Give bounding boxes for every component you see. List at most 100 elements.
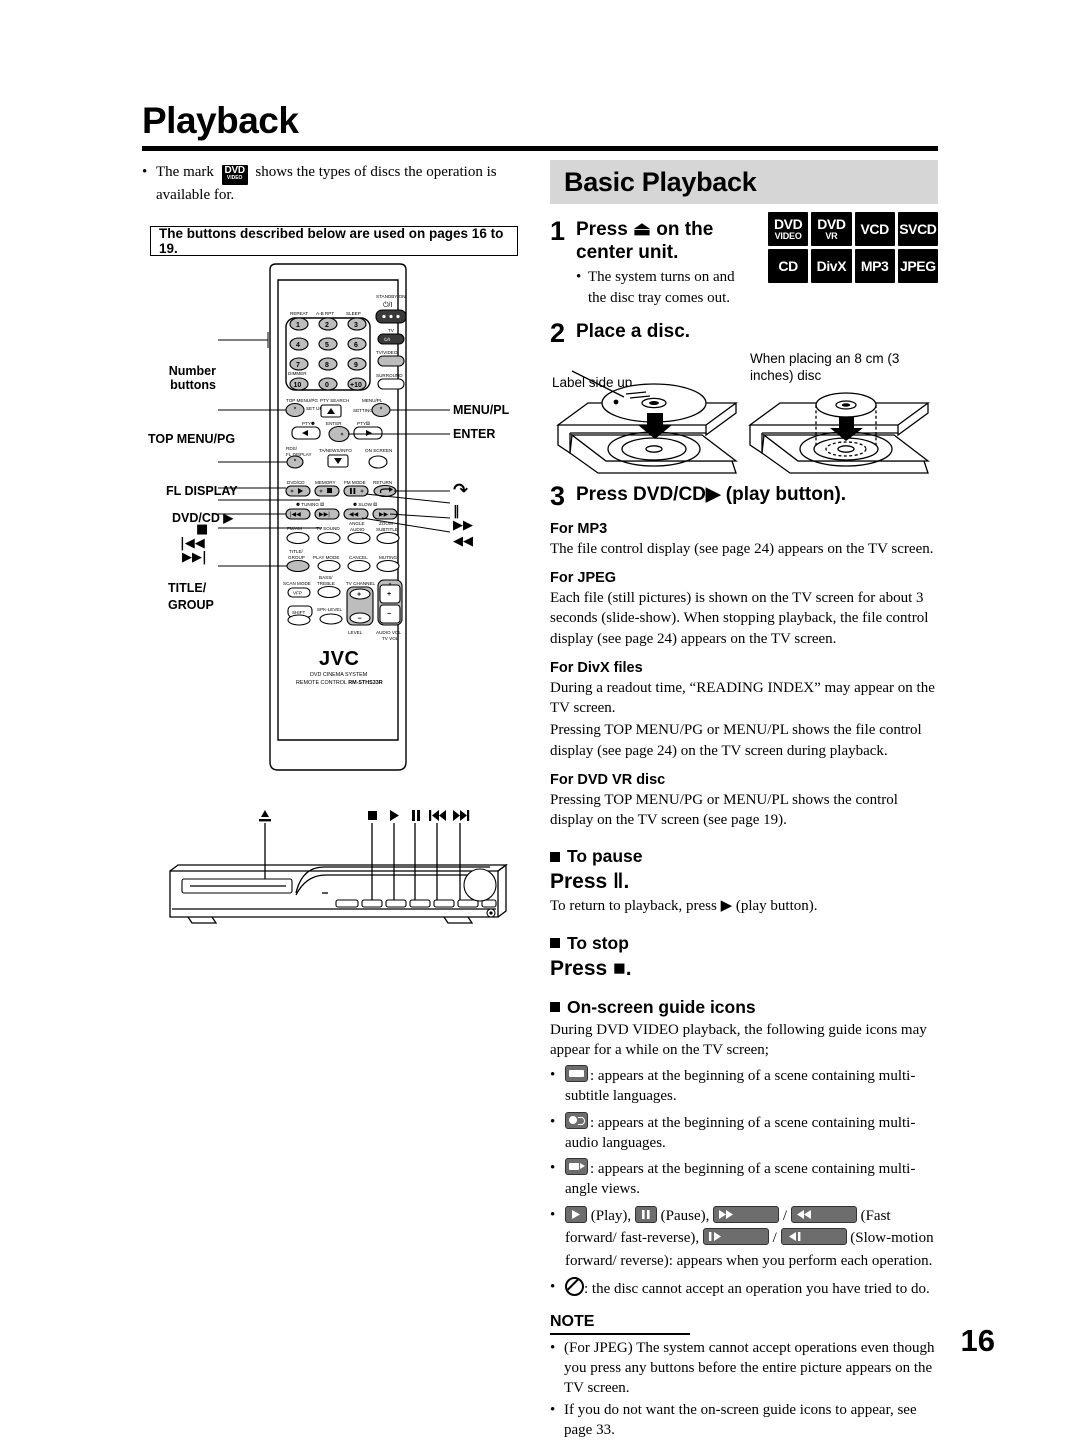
- fast-reverse-icon: [790, 1205, 857, 1223]
- note-item: • If you do not want the on-screen guide…: [550, 1400, 938, 1441]
- guide-icons-heading: On-screen guide icons: [550, 997, 938, 1018]
- svg-text:ANGLE: ANGLE: [349, 521, 365, 526]
- buttons-note-box: The buttons described below are used on …: [150, 226, 518, 256]
- page-number: 16: [960, 1323, 995, 1358]
- bullet-dot: •: [550, 1067, 556, 1084]
- svg-text:BASS/: BASS/: [319, 575, 333, 580]
- svg-text:PTY SEARCH: PTY SEARCH: [320, 398, 349, 403]
- left-column: • The mark DVD VIDEO shows the types of …: [142, 162, 530, 206]
- svg-text:SHIFT: SHIFT: [292, 610, 305, 615]
- pause-label: (Pause),: [660, 1207, 710, 1224]
- guide-icons-label: On-screen guide icons: [567, 996, 756, 1017]
- svg-text:6: 6: [354, 342, 358, 349]
- svg-text:⏻/I: ⏻/I: [384, 337, 390, 342]
- center-unit-svg: .u{fill:none;stroke:#000;stroke-width:1.…: [169, 810, 508, 924]
- remote-label-top-menu-pg: TOP MENU/PG: [148, 432, 236, 446]
- svg-text:ON SCREEN: ON SCREEN: [365, 448, 392, 453]
- svg-text:MUTING: MUTING: [379, 555, 398, 560]
- note-item-text: (For JPEG) The system cannot accept oper…: [564, 1339, 935, 1397]
- svg-text:REPEAT: REPEAT: [290, 311, 308, 316]
- block-heading: For DVD VR disc: [550, 771, 666, 788]
- guide-item-transport: • (Play), (Pause), / (Fast forward/ fast…: [550, 1205, 938, 1273]
- svg-text:⏻/I: ⏻/I: [383, 301, 392, 309]
- badge-line2: VR: [825, 230, 838, 241]
- guide-item-text: : appears at the beginning of a scene co…: [565, 1114, 916, 1151]
- svg-text:REMOTE CONTROL RM-STHS33R: REMOTE CONTROL RM-STHS33R: [296, 680, 383, 686]
- transport-slash-2: /: [772, 1230, 777, 1247]
- bullet-dot: •: [576, 269, 582, 286]
- block-heading: For DivX files: [550, 659, 643, 676]
- svg-text:⚈ TUNING ⚅: ⚈ TUNING ⚅: [296, 502, 324, 507]
- remote-label-fast-forward: ▶▶: [453, 518, 473, 533]
- svg-text:SPK-LEVEL: SPK-LEVEL: [317, 607, 342, 612]
- badge-line1: JPEG: [899, 257, 936, 274]
- mark-note-pre: The mark: [156, 164, 214, 180]
- step-1-number: 1: [550, 216, 566, 246]
- svg-text:CANCEL: CANCEL: [349, 555, 368, 560]
- disc-badge-svcd: SVCD: [897, 212, 938, 246]
- guide-item-subtitle: • : appears at the beginning of a scene …: [550, 1065, 938, 1107]
- badge-line1: VCD: [860, 220, 889, 237]
- to-pause-body: To return to playback, press ▶ (play but…: [550, 898, 818, 915]
- remote-label-stop: ■: [196, 522, 209, 537]
- svg-text:+10: +10: [350, 382, 362, 389]
- svg-text:|◀◀: |◀◀: [290, 512, 301, 518]
- svg-text:7: 7: [296, 362, 300, 369]
- note-divider: [550, 1333, 690, 1335]
- step-3-block-divx: For DivX files During a readout time, “R…: [550, 660, 938, 761]
- step-3-block-mp3: For MP3 The file control display (see pa…: [550, 521, 938, 559]
- svg-text:TOP MENU/PG: TOP MENU/PG: [286, 398, 318, 403]
- svg-text:+: +: [357, 592, 361, 599]
- svg-text:GROUP: GROUP: [288, 555, 305, 560]
- pause-icon: [634, 1205, 657, 1223]
- to-pause-press: Press ‖.: [550, 870, 630, 894]
- play-label: (Play),: [590, 1207, 632, 1224]
- guide-item-angle: • : appears at the beginning of a scene …: [550, 1158, 938, 1200]
- subtitle-icon: [565, 1065, 588, 1083]
- svg-text:JVC: JVC: [319, 648, 359, 670]
- block-body-extra: Pressing TOP MENU/PG or MENU/PL shows th…: [550, 722, 922, 759]
- bullet-dot: •: [550, 1339, 556, 1356]
- svg-text:AUDIO VOL: AUDIO VOL: [376, 630, 401, 635]
- badge-line1: DVD: [817, 216, 846, 233]
- to-pause-heading: To pause: [550, 846, 938, 867]
- no-operation-icon: [565, 1277, 584, 1297]
- block-body: During a readout time, “READING INDEX” m…: [550, 679, 935, 717]
- svg-text:⚈ SLOW ⚅: ⚈ SLOW ⚅: [353, 502, 377, 507]
- to-stop-press: Press ■.: [550, 956, 632, 980]
- step-2: 2 Place a disc.: [550, 319, 938, 347]
- svg-text:ENTER: ENTER: [326, 421, 342, 426]
- svg-text:AUDIO: AUDIO: [350, 527, 365, 532]
- remote-label-return-icon: ↷: [453, 480, 469, 501]
- svg-text:STANDBY/ON: STANDBY/ON: [376, 294, 406, 299]
- svg-text:RETURN: RETURN: [373, 480, 392, 485]
- slow-reverse-icon: [780, 1228, 847, 1246]
- guide-item-text: : appears at the beginning of a scene co…: [565, 1068, 916, 1105]
- svg-text:A-B RPT: A-B RPT: [316, 311, 334, 316]
- badge-line1: SVCD: [899, 220, 937, 237]
- svg-text:FM MODE: FM MODE: [344, 480, 366, 485]
- title-divider: [142, 146, 938, 151]
- svg-text:3: 3: [354, 322, 358, 329]
- to-pause-label: To pause: [567, 846, 643, 867]
- svg-text:0: 0: [325, 382, 329, 389]
- guide-item-text: : the disc cannot accept an operation yo…: [584, 1281, 930, 1298]
- angle-icon: [565, 1158, 588, 1176]
- svg-text:10: 10: [294, 382, 302, 389]
- square-bullet-icon: [550, 1002, 560, 1013]
- disc-badge-dvd-video: DVD VIDEO: [768, 212, 809, 246]
- square-bullet-icon: [550, 851, 560, 862]
- buttons-note-text: The buttons described below are used on …: [159, 226, 504, 256]
- right-column: Basic Playback DVD VIDEO DVD VR VCD SVCD…: [550, 160, 938, 1440]
- center-unit-diagram: .u{fill:none;stroke:#000;stroke-width:1.…: [150, 805, 530, 930]
- section-title: Basic Playback: [564, 166, 757, 197]
- remote-label-next: ▶▶|: [182, 550, 207, 565]
- square-bullet-icon: [550, 938, 560, 949]
- note-item: • (For JPEG) The system cannot accept op…: [550, 1338, 938, 1399]
- svg-text:PTY⚅: PTY⚅: [357, 421, 370, 426]
- to-stop-label: To stop: [567, 932, 629, 953]
- disc-badge-cd: CD: [768, 249, 809, 283]
- step-2-heading: Place a disc.: [576, 320, 691, 342]
- step-1-bullet: • The system turns on and the disc tray …: [576, 267, 756, 308]
- svg-text:9: 9: [354, 362, 358, 369]
